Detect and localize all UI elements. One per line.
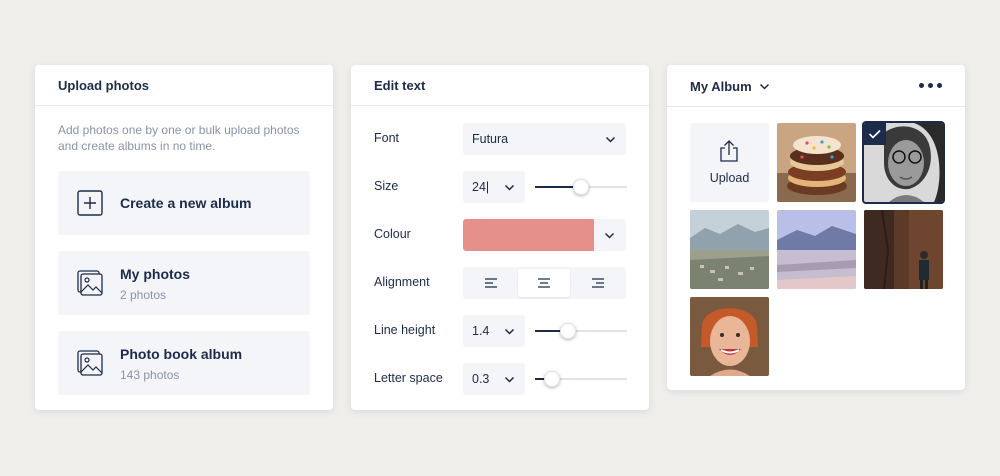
lake-valley-image [777, 210, 856, 289]
size-value: 24| [472, 180, 490, 194]
donuts-image [777, 123, 856, 202]
letter-space-label: Letter space [374, 371, 443, 385]
dot [928, 83, 933, 88]
chevron-down-icon [605, 136, 616, 143]
align-center-button[interactable] [518, 269, 570, 297]
photo-book-album-button[interactable]: Photo book album 143 photos [58, 331, 310, 395]
smiling-woman-image [690, 297, 769, 376]
size-label: Size [374, 179, 399, 193]
lake-valley-photo[interactable] [777, 210, 856, 289]
album-header-divider [667, 106, 965, 107]
photos-icon [77, 270, 103, 296]
upload-icon [720, 140, 738, 162]
font-label: Font [374, 131, 400, 145]
mountain-town-image [690, 210, 769, 289]
align-left-button[interactable] [465, 269, 517, 297]
size-slider[interactable] [535, 179, 627, 195]
chevron-down-icon [504, 328, 515, 335]
my-photos-count: 2 photos [120, 288, 167, 302]
chevron-down-icon [504, 184, 515, 191]
create-album-button[interactable]: Create a new album [58, 171, 310, 235]
colour-label: Colour [374, 227, 411, 241]
slider-knob[interactable] [573, 179, 589, 195]
upload-photos-card: Upload photos Add photos one by one or b… [35, 65, 333, 410]
align-center-icon [538, 278, 550, 288]
create-album-label: Create a new album [120, 195, 252, 211]
letter-space-slider[interactable] [535, 371, 627, 387]
check-icon [868, 129, 881, 139]
line-height-value: 1.4 [472, 324, 490, 338]
font-value: Futura [472, 132, 509, 146]
edit-text-card: Edit text Font Futura Size 24| Colour Al… [351, 65, 649, 410]
colour-swatch[interactable] [463, 219, 594, 251]
upload-button[interactable]: Upload [690, 123, 769, 202]
font-select[interactable]: Futura [463, 123, 626, 155]
slider-knob[interactable] [543, 371, 560, 387]
selected-check [864, 123, 886, 145]
chevron-down-icon[interactable] [759, 81, 770, 92]
slider-knob[interactable] [560, 323, 577, 339]
upload-description: Add photos one by one or bulk upload pho… [58, 123, 300, 153]
mountain-town-photo[interactable] [690, 210, 769, 289]
align-left-icon [485, 278, 497, 288]
donuts-photo[interactable] [777, 123, 856, 202]
chevron-down-icon [504, 376, 515, 383]
line-height-slider[interactable] [535, 323, 627, 339]
my-photos-button[interactable]: My photos 2 photos [58, 251, 310, 315]
edit-card-title: Edit text [351, 65, 649, 106]
man-rust-wall-image [864, 210, 943, 289]
my-photos-label: My photos [120, 266, 190, 282]
chevron-down-icon [604, 232, 615, 239]
dot [919, 83, 924, 88]
smiling-woman-photo[interactable] [690, 297, 769, 376]
album-title-dropdown[interactable]: My Album [690, 79, 752, 94]
upload-label: Upload [709, 171, 750, 185]
letter-space-select[interactable]: 0.3 [463, 363, 525, 395]
align-right-icon [592, 278, 604, 288]
woman-glasses-photo[interactable] [862, 121, 945, 204]
colour-dropdown-button[interactable] [594, 219, 626, 251]
alignment-label: Alignment [374, 275, 430, 289]
photo-book-album-count: 143 photos [120, 368, 180, 382]
upload-card-title: Upload photos [35, 65, 333, 106]
letter-space-value: 0.3 [472, 372, 490, 386]
dot [937, 83, 942, 88]
man-rust-wall-photo[interactable] [864, 210, 943, 289]
line-height-label: Line height [374, 323, 436, 337]
photo-book-album-label: Photo book album [120, 346, 243, 362]
align-right-button[interactable] [572, 269, 624, 297]
size-select[interactable]: 24| [463, 171, 525, 203]
line-height-select[interactable]: 1.4 [463, 315, 525, 347]
album-card: My Album Upload [667, 65, 965, 390]
more-options-button[interactable] [919, 83, 943, 89]
photos-icon [77, 350, 103, 376]
alignment-group [463, 267, 626, 299]
add-square-icon [77, 190, 103, 216]
